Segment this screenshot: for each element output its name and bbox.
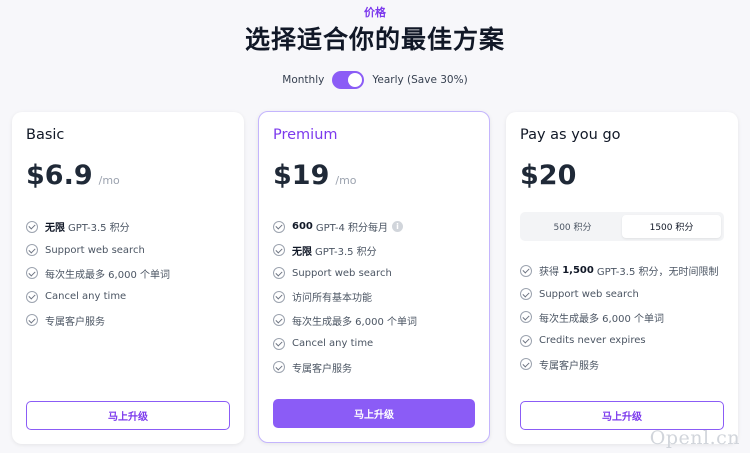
check-circle-icon (520, 288, 532, 301)
feature-highlight: 1,500 (562, 265, 594, 277)
feature-text: 专属客户服务 (539, 360, 599, 372)
feature-text: GPT-3.5 积分 (68, 223, 130, 235)
info-icon[interactable]: i (392, 221, 403, 233)
feature-item: Cancel any time (26, 285, 170, 308)
toggle-knob (348, 73, 363, 87)
upgrade-button-basic[interactable]: 马上升级 (26, 401, 230, 430)
price-period: /mo (98, 174, 120, 187)
credit-option-1500[interactable]: 1500 积分 (622, 215, 721, 238)
credit-selector: 500 积分 1500 积分 (520, 212, 724, 241)
feature-text: Cancel any time (45, 291, 127, 303)
check-circle-icon (273, 337, 285, 350)
feature-item: Credits never expires (520, 329, 719, 352)
page-title: 选择适合你的最佳方案 (244, 25, 505, 54)
feature-text: Support web search (45, 244, 145, 256)
price-row: $19 /mo (273, 160, 357, 191)
check-circle-icon (273, 267, 285, 280)
feature-text: Credits never expires (539, 335, 646, 347)
feature-item: 无限 GPT-3.5 积分 (273, 238, 417, 261)
billing-toggle-row: Monthly Yearly (Save 30%) (0, 71, 750, 89)
feature-highlight: 600 (292, 221, 313, 233)
feature-list: 600 GPT-4 积分每月 i 无限 GPT-3.5 积分 Support web … (273, 215, 417, 379)
feature-item: 专属客户服务 (26, 309, 170, 332)
yearly-label[interactable]: Yearly (Save 30%) (372, 74, 467, 86)
pricing-eyebrow: 价格 (364, 6, 386, 19)
check-circle-icon (273, 244, 285, 257)
credit-option-500[interactable]: 500 积分 (523, 215, 622, 238)
price-row: $6.9 /mo (26, 160, 120, 191)
check-circle-icon (520, 264, 532, 277)
price-row: $20 (520, 160, 576, 191)
feature-item: Support web search (520, 282, 719, 305)
feature-item: 600 GPT-4 积分每月 i (273, 215, 417, 238)
feature-text: Cancel any time (292, 338, 374, 350)
check-circle-icon (26, 290, 38, 303)
check-circle-icon (26, 267, 38, 280)
feature-text: 专属客户服务 (45, 316, 105, 328)
billing-toggle-switch[interactable] (332, 71, 365, 89)
feature-item: 每次生成最多 6,000 个单词 (26, 262, 170, 285)
plan-card-premium: Premium $19 /mo 600 GPT-4 积分每月 i 无限 GPT-3.5… (258, 111, 490, 443)
plan-name: Premium (273, 127, 338, 143)
check-circle-icon (520, 334, 532, 347)
monthly-label[interactable]: Monthly (282, 74, 324, 86)
check-circle-icon (273, 314, 285, 327)
plan-price: $19 (273, 160, 330, 191)
feature-item: 专属客户服务 (520, 353, 719, 376)
feature-item: 获得 1,500 GPT-3.5 积分，无时间限制 (520, 259, 719, 282)
feature-text: Support web search (539, 288, 639, 300)
check-circle-icon (273, 361, 285, 374)
check-circle-icon (26, 244, 38, 257)
feature-item: Support web search (26, 238, 170, 261)
check-circle-icon (273, 290, 285, 303)
check-circle-icon (273, 220, 285, 233)
feature-item: 专属客户服务 (273, 355, 417, 378)
plan-name: Basic (26, 127, 65, 143)
feature-highlight: 无限 (292, 246, 312, 258)
feature-text: GPT-4 积分每月 (315, 223, 388, 235)
feature-item: 每次生成最多 6,000 个单词 (520, 306, 719, 329)
price-period: /mo (335, 174, 357, 187)
plan-card-basic: Basic $6.9 /mo 无限 GPT-3.5 积分 Support web … (12, 112, 244, 444)
check-circle-icon (520, 358, 532, 371)
feature-item: Support web search (273, 262, 417, 285)
plan-price: $6.9 (26, 160, 93, 191)
feature-text: Support web search (292, 267, 392, 279)
check-circle-icon (520, 311, 532, 324)
check-circle-icon (26, 220, 38, 233)
feature-text: 每次生成最多 6,000 个单词 (292, 316, 417, 328)
watermark: Openl.cn (649, 427, 740, 449)
feature-item: 每次生成最多 6,000 个单词 (273, 309, 417, 332)
upgrade-button-pay-as-you-go[interactable]: 马上升级 (520, 401, 724, 430)
feature-list: 无限 GPT-3.5 积分 Support web search 每次生成最多 6… (26, 215, 170, 332)
check-circle-icon (26, 314, 38, 327)
plan-price: $20 (520, 160, 577, 191)
plan-name: Pay as you go (520, 127, 621, 143)
upgrade-button-premium[interactable]: 马上升级 (273, 399, 475, 428)
feature-text: 每次生成最多 6,000 个单词 (539, 313, 664, 325)
feature-list: 获得 1,500 GPT-3.5 积分，无时间限制 Support web sea… (520, 259, 719, 376)
feature-item: 访问所有基本功能 (273, 285, 417, 308)
feature-text: 专属客户服务 (292, 363, 352, 375)
feature-text: GPT-3.5 积分，无时间限制 (596, 267, 719, 279)
feature-prefix: 获得 (539, 267, 559, 279)
feature-text: GPT-3.5 积分 (315, 246, 377, 258)
feature-item: 无限 GPT-3.5 积分 (26, 215, 170, 238)
feature-item: Cancel any time (273, 332, 417, 355)
plan-card-pay-as-you-go: Pay as you go $20 500 积分 1500 积分 获得 1,50… (506, 112, 738, 444)
feature-highlight: 无限 (45, 223, 65, 235)
feature-text: 访问所有基本功能 (292, 293, 372, 305)
feature-text: 每次生成最多 6,000 个单词 (45, 269, 170, 281)
